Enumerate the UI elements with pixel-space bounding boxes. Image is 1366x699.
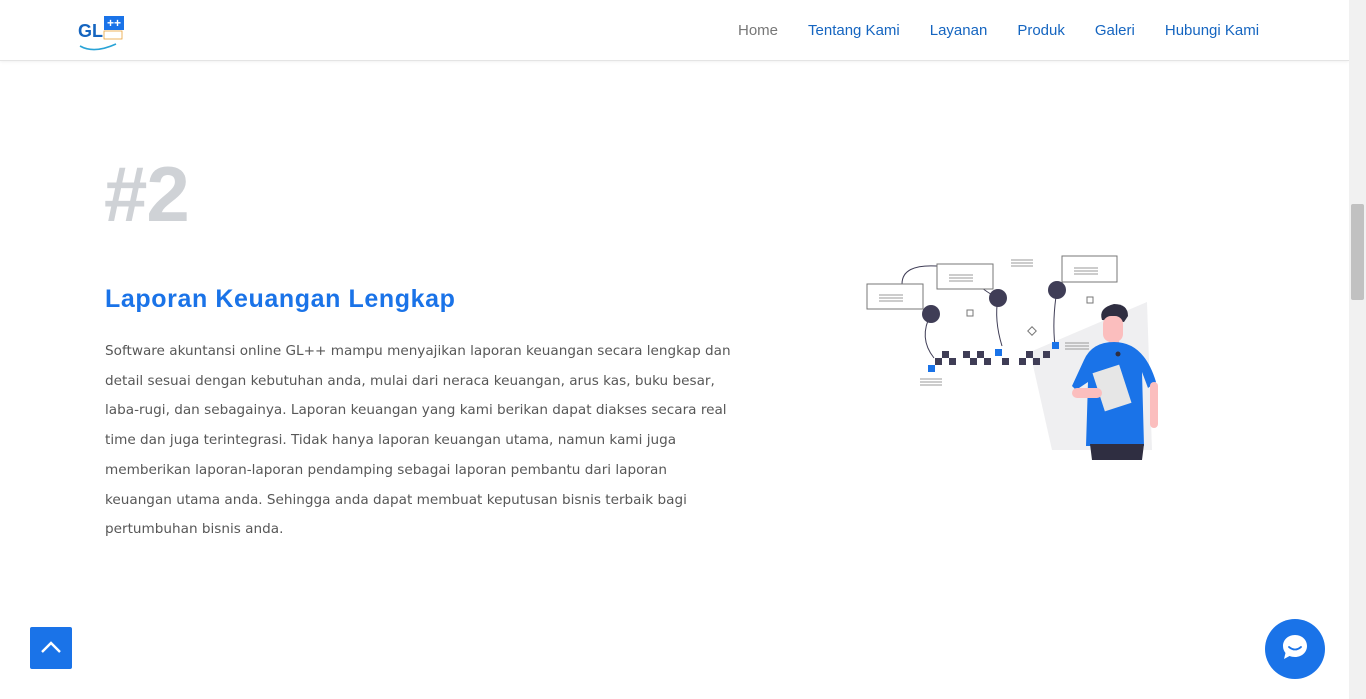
logo-graphic: ++ GL xyxy=(78,16,124,51)
nav-produk[interactable]: Produk xyxy=(1017,21,1065,41)
chat-bubble-icon xyxy=(1280,632,1310,666)
chat-widget-button[interactable] xyxy=(1265,619,1325,679)
section-number: #2 xyxy=(104,150,190,238)
financial-report-illustration xyxy=(862,250,1162,466)
back-to-top-button[interactable] xyxy=(30,627,72,669)
logo[interactable]: ++ GL xyxy=(76,12,128,52)
main-nav: Home Tentang Kami Layanan Produk Galeri … xyxy=(738,21,1259,41)
nav-layanan[interactable]: Layanan xyxy=(930,21,988,41)
page-scrollbar[interactable] xyxy=(1349,0,1366,699)
section-description: Software akuntansi online GL++ mampu men… xyxy=(105,343,731,538)
nav-tentang-kami[interactable]: Tentang Kami xyxy=(808,21,900,41)
scrollbar-thumb[interactable] xyxy=(1351,204,1364,300)
chevron-up-icon xyxy=(40,639,62,658)
section-title: Laporan Keuangan Lengkap xyxy=(105,285,456,313)
nav-galeri[interactable]: Galeri xyxy=(1095,21,1135,41)
svg-text:++: ++ xyxy=(107,16,121,30)
svg-text:GL: GL xyxy=(78,21,103,41)
nav-hubungi-kami[interactable]: Hubungi Kami xyxy=(1165,21,1259,41)
site-header: ++ GL Home Tentang Kami Layanan Produk G… xyxy=(0,0,1349,61)
nav-home[interactable]: Home xyxy=(738,21,778,41)
